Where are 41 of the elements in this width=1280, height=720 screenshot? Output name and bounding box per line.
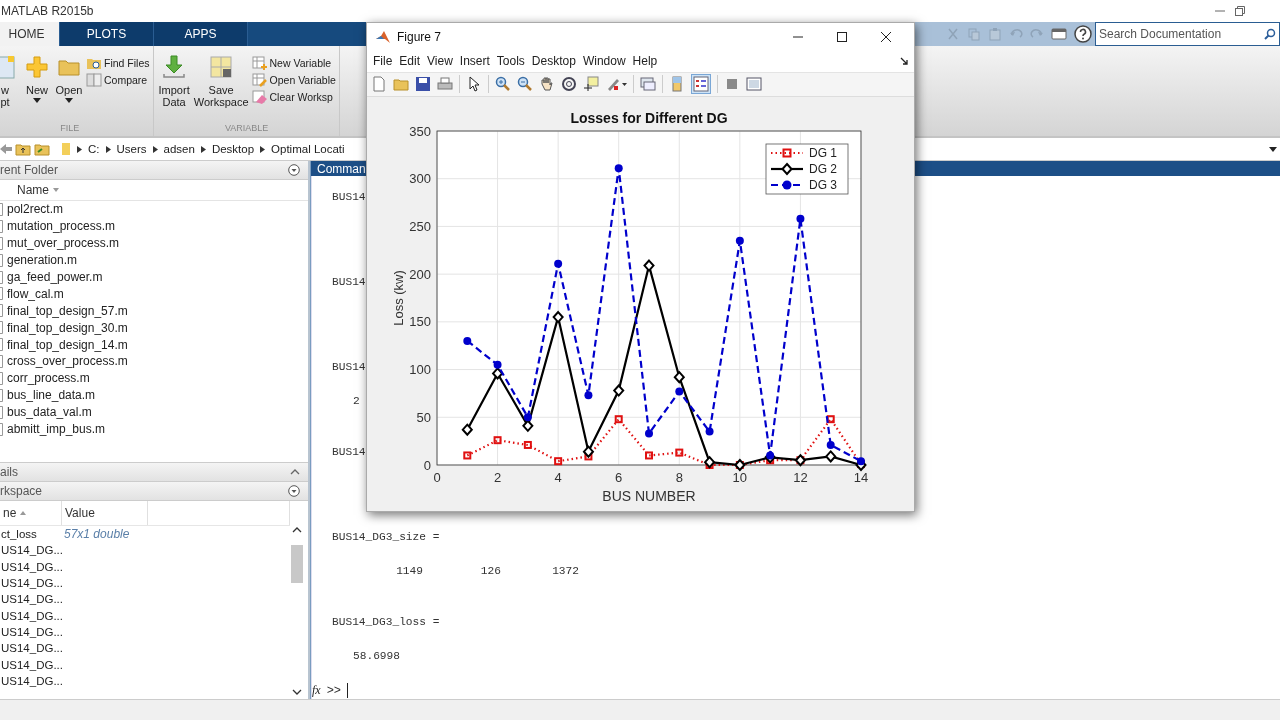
panel-title: rkspace [0, 484, 43, 498]
variable-name: BUS14 [332, 445, 366, 460]
panel-title: rent Folder [0, 163, 59, 177]
variable-name: BUS14 [332, 275, 366, 290]
group-label: FILE [59, 122, 81, 135]
tick-label: 250 [409, 218, 431, 234]
variable-name: BUS14 [332, 360, 366, 375]
tick-label: 12 [793, 470, 808, 485]
output-value: 2 [353, 394, 360, 409]
tick-label: 150 [409, 314, 431, 330]
panel-title: ails [0, 465, 18, 479]
axis-label: BUS NUMBER [602, 488, 696, 504]
tick-label: 300 [409, 171, 431, 187]
tick-label: 200 [409, 266, 431, 282]
panel-title: Comman [317, 161, 366, 176]
tick-label: 8 [675, 470, 683, 485]
variable-name: BUS14_DG3_size = [332, 530, 440, 545]
tick-label: 350 [409, 123, 431, 139]
tick-label: 2 [493, 470, 502, 485]
output-value: 1149 [395, 564, 423, 579]
group-label: VARIABLE [224, 122, 270, 135]
tick-label: 100 [409, 362, 431, 378]
command-prompt: >> [326, 683, 342, 698]
tick-label: 0 [423, 457, 431, 473]
tick-label: 4 [554, 470, 562, 485]
axis-label: Loss (kw) [391, 270, 406, 326]
chart-title: Losses for Different DG [570, 110, 728, 126]
tick-label: 0 [433, 470, 441, 485]
output-value: 58.6998 [353, 649, 400, 664]
variable-name: BUS14 [332, 190, 366, 205]
window-title: Figure 7 [397, 29, 442, 44]
window-title: MATLAB R2015b [1, 4, 94, 18]
tick-label: 6 [615, 470, 623, 485]
variable-value: 57x1 double [63, 527, 131, 542]
legend-label: DG 2 [809, 162, 837, 176]
legend-label: DG 1 [809, 146, 837, 160]
variable-name: BUS14_DG3_loss = [332, 615, 440, 630]
tick-label: 50 [416, 409, 431, 425]
tick-label: 14 [853, 470, 869, 485]
legend-label: DG 3 [809, 178, 837, 192]
tick-label: 10 [732, 470, 748, 485]
